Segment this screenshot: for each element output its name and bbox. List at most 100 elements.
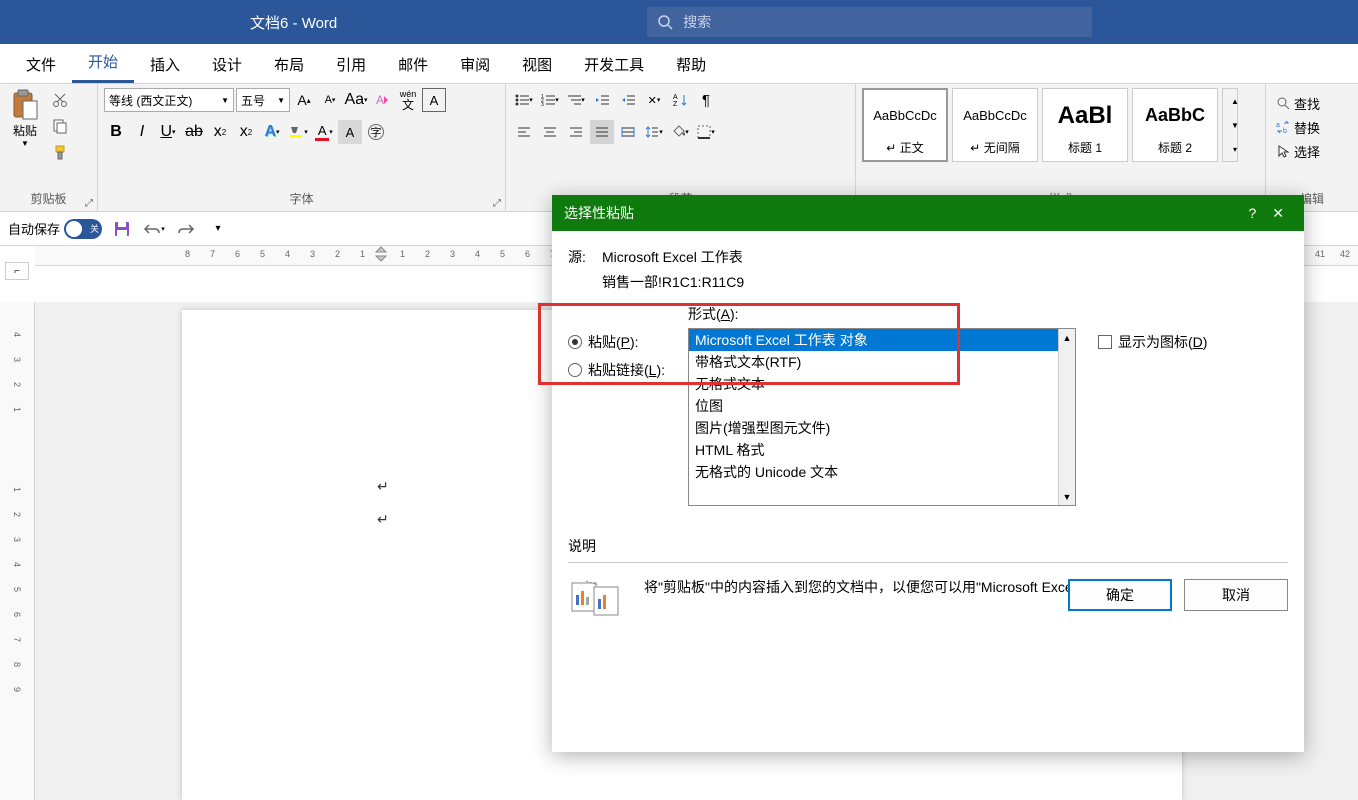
align-right-button[interactable] — [564, 120, 588, 144]
char-shading-button[interactable]: A — [338, 120, 362, 144]
multilevel-button[interactable]: ▾ — [564, 88, 588, 112]
autosave-state: 关 — [90, 222, 99, 235]
replace-button[interactable]: ab替换 — [1276, 116, 1348, 138]
change-case-button[interactable]: Aa▾ — [344, 88, 368, 112]
list-item[interactable]: 无格式文本 — [689, 373, 1075, 395]
char-border-button[interactable]: A — [422, 88, 446, 112]
redo-button[interactable] — [174, 217, 198, 241]
decrease-indent-button[interactable] — [590, 88, 614, 112]
superscript-button[interactable]: x2 — [234, 120, 258, 144]
format-listbox[interactable]: Microsoft Excel 工作表 对象 带格式文本(RTF) 无格式文本 … — [688, 328, 1076, 506]
select-button[interactable]: 选择 — [1276, 140, 1348, 162]
style-normal[interactable]: AaBbCcDc↵ 正文 — [862, 88, 948, 162]
brush-icon — [52, 144, 68, 160]
tab-review[interactable]: 审阅 — [444, 46, 506, 83]
dialog-help-button[interactable]: ? — [1240, 205, 1264, 221]
font-size-combo[interactable]: 五号▼ — [236, 88, 290, 112]
line-spacing-button[interactable]: ▾ — [642, 120, 666, 144]
borders-button[interactable]: ▾ — [694, 120, 718, 144]
tab-insert[interactable]: 插入 — [134, 46, 196, 83]
shrink-font-button[interactable]: A▾ — [318, 88, 342, 112]
list-item[interactable]: 图片(增强型图元文件) — [689, 417, 1075, 439]
asian-layout-button[interactable]: ✕▾ — [642, 88, 666, 112]
cursor-icon — [1276, 144, 1290, 158]
clear-format-button[interactable]: A — [370, 88, 394, 112]
bold-button[interactable]: B — [104, 120, 128, 144]
font-color-button[interactable]: A▾ — [312, 120, 336, 144]
list-item[interactable]: Microsoft Excel 工作表 对象 — [689, 329, 1075, 351]
toggle-switch-icon: 关 — [64, 219, 102, 239]
show-marks-button[interactable]: ¶ — [694, 88, 718, 112]
ruler-mark: 3 — [12, 537, 22, 542]
tab-references[interactable]: 引用 — [320, 46, 382, 83]
autosave-toggle[interactable]: 自动保存 关 — [8, 219, 102, 239]
cut-button[interactable] — [48, 88, 72, 112]
strikethrough-button[interactable]: ab — [182, 120, 206, 144]
text-effects-button[interactable]: A▾ — [260, 120, 284, 144]
paste-link-radio[interactable]: 粘贴链接(L): — [568, 360, 678, 380]
styles-up[interactable]: ▲ — [1223, 89, 1247, 113]
list-item[interactable]: 无格式的 Unicode 文本 — [689, 461, 1075, 483]
style-gallery: AaBbCcDc↵ 正文 AaBbCcDc↵ 无间隔 AaBl标题 1 AaBb… — [862, 88, 1218, 162]
tab-file[interactable]: 文件 — [10, 46, 72, 83]
display-as-icon-checkbox[interactable]: 显示为图标(D) — [1098, 332, 1207, 352]
format-painter-button[interactable] — [48, 140, 72, 164]
paste-radio[interactable]: 粘贴(P): — [568, 332, 678, 352]
style-heading2[interactable]: AaBbC标题 2 — [1132, 88, 1218, 162]
save-button[interactable] — [110, 217, 134, 241]
font-name-combo[interactable]: 等线 (西文正文)▼ — [104, 88, 234, 112]
tab-mailings[interactable]: 邮件 — [382, 46, 444, 83]
tab-selector[interactable]: ⌐ — [5, 262, 29, 280]
font-launcher[interactable]: ⤢ — [493, 198, 501, 209]
clipboard-launcher[interactable]: ⤢ — [85, 198, 93, 209]
scissors-icon — [52, 92, 68, 108]
vertical-ruler[interactable]: 4 3 2 1 1 2 3 4 5 6 7 8 9 — [0, 302, 35, 800]
phonetic-button[interactable]: wén文 — [396, 88, 420, 112]
styles-down[interactable]: ▼ — [1223, 113, 1247, 137]
scroll-up-icon[interactable]: ▲ — [1059, 329, 1075, 346]
distribute-button[interactable] — [616, 120, 640, 144]
italic-button[interactable]: I — [130, 120, 154, 144]
list-item[interactable]: 带格式文本(RTF) — [689, 351, 1075, 373]
copy-icon — [52, 118, 68, 134]
ruler-mark: 4 — [12, 562, 22, 567]
align-left-button[interactable] — [512, 120, 536, 144]
copy-button[interactable] — [48, 114, 72, 138]
tab-view[interactable]: 视图 — [506, 46, 568, 83]
numbering-button[interactable]: 123▾ — [538, 88, 562, 112]
ok-button[interactable]: 确定 — [1068, 579, 1172, 611]
tab-layout[interactable]: 布局 — [258, 46, 320, 83]
source-value: Microsoft Excel 工作表 — [602, 247, 743, 267]
align-center-button[interactable] — [538, 120, 562, 144]
subscript-button[interactable]: x2 — [208, 120, 232, 144]
tab-home[interactable]: 开始 — [72, 43, 134, 83]
scroll-down-icon[interactable]: ▼ — [1059, 488, 1075, 505]
undo-button[interactable]: ▾ — [142, 217, 166, 241]
styles-more[interactable]: ▾ — [1223, 137, 1247, 161]
highlight-button[interactable]: ▾ — [286, 120, 310, 144]
enclose-char-button[interactable]: 字 — [364, 120, 388, 144]
style-nospacing[interactable]: AaBbCcDc↵ 无间隔 — [952, 88, 1038, 162]
shading-button[interactable]: ▾ — [668, 120, 692, 144]
justify-button[interactable] — [590, 120, 614, 144]
search-box[interactable]: 搜索 — [647, 7, 1092, 37]
indent-marker-icon[interactable] — [375, 246, 387, 266]
increase-indent-button[interactable] — [616, 88, 640, 112]
tab-design[interactable]: 设计 — [196, 46, 258, 83]
find-button[interactable]: 查找 — [1276, 92, 1348, 114]
tab-developer[interactable]: 开发工具 — [568, 46, 660, 83]
dialog-close-button[interactable]: ✕ — [1264, 205, 1292, 222]
paste-button[interactable]: 粘贴 ▼ — [6, 88, 44, 190]
listbox-scrollbar[interactable]: ▲▼ — [1058, 329, 1075, 505]
bullets-button[interactable]: ▾ — [512, 88, 536, 112]
cancel-button[interactable]: 取消 — [1184, 579, 1288, 611]
list-item[interactable]: 位图 — [689, 395, 1075, 417]
sort-button[interactable]: AZ — [668, 88, 692, 112]
tab-help[interactable]: 帮助 — [660, 46, 722, 83]
qat-more-button[interactable]: ▾ — [206, 217, 230, 241]
paste-special-dialog: 选择性粘贴 ? ✕ 源: Microsoft Excel 工作表 销售一部!R1… — [552, 195, 1304, 752]
style-heading1[interactable]: AaBl标题 1 — [1042, 88, 1128, 162]
grow-font-button[interactable]: A▴ — [292, 88, 316, 112]
underline-button[interactable]: U▾ — [156, 120, 180, 144]
list-item[interactable]: HTML 格式 — [689, 439, 1075, 461]
